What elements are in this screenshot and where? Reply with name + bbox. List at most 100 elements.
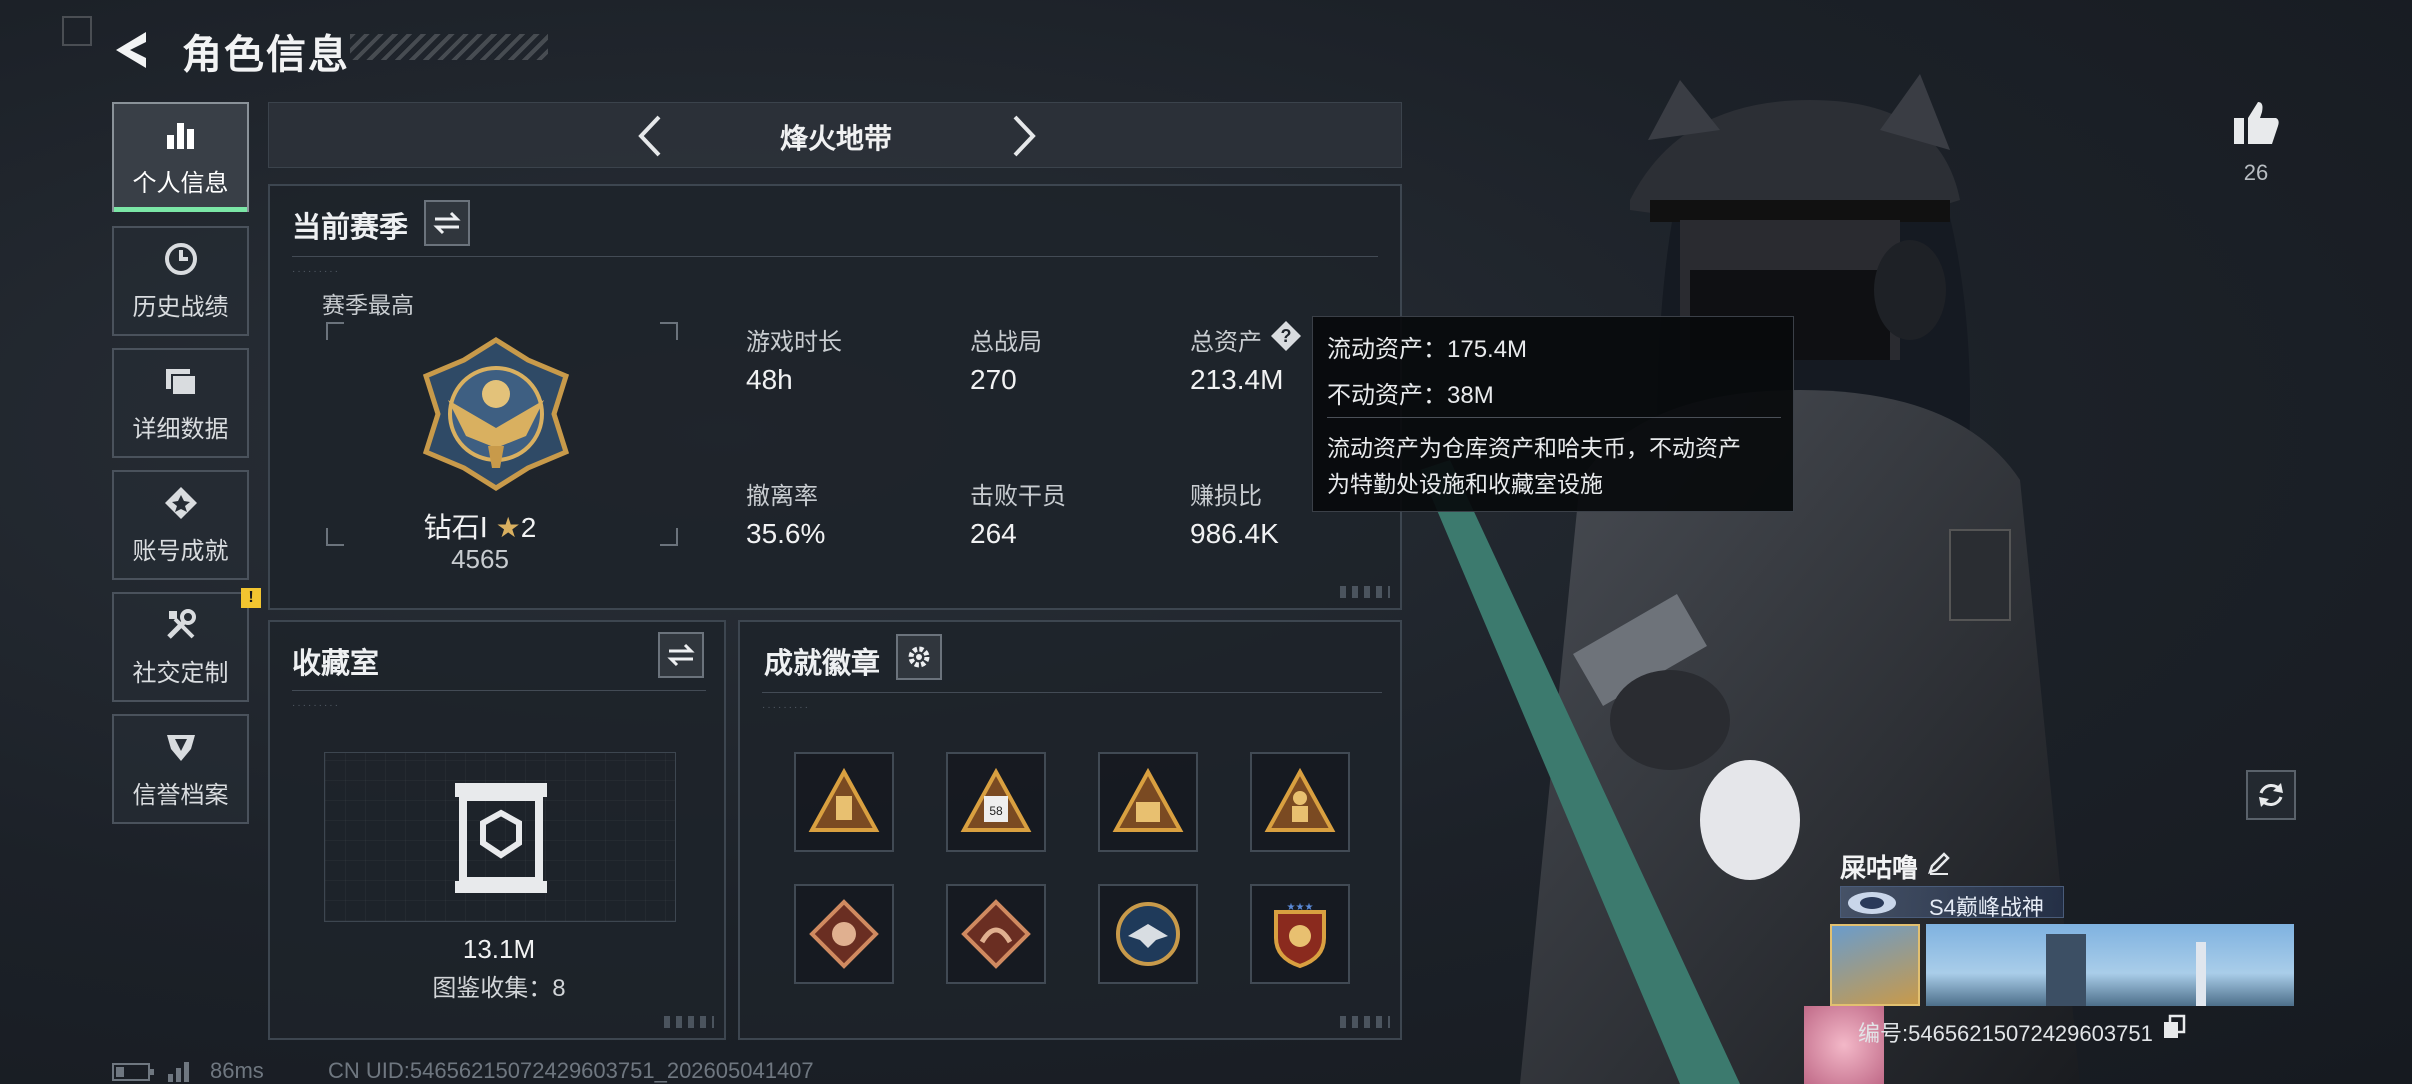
banner-rocket: [2196, 942, 2206, 1006]
achievement-badge[interactable]: 58: [946, 752, 1046, 852]
divider: [292, 690, 706, 691]
rank-name: 钻石Ⅰ: [423, 512, 488, 543]
sidebar-item-label: 详细数据: [132, 415, 229, 443]
banner-figure: [2046, 934, 2086, 1006]
tooltip-fixed-assets: 不动资产：38M: [1327, 382, 1494, 409]
achievement-badge[interactable]: [794, 752, 894, 852]
tooltip-description-line1: 流动资产为仓库资产和哈夫币，不动资产: [1327, 435, 1741, 461]
decor-dots: ·········: [762, 702, 810, 713]
sidebar-item-achievements[interactable]: 账号成就: [112, 470, 249, 580]
back-arrow-icon[interactable]: [112, 28, 156, 72]
copy-icon[interactable]: [2162, 1014, 2186, 1040]
rank-score: 4565: [451, 544, 509, 574]
season-panel: 当前赛季 ········· 赛季最高 钻石Ⅰ ★2 4565 游戏时长 48h…: [268, 184, 1402, 610]
stat-value-total-assets: 213.4M: [1190, 364, 1284, 395]
achievement-panel: 成就徽章 ········· 58 ★★★: [738, 620, 1402, 1040]
achievement-badge[interactable]: [1098, 884, 1198, 984]
vault-door-icon: [455, 783, 547, 893]
bar-chart-icon: [166, 122, 194, 149]
edit-name-icon[interactable]: [1926, 850, 1952, 876]
player-uid: 编号:5465621507242960375​1: [1858, 1021, 2153, 1046]
divider: [762, 692, 1382, 693]
divider: [292, 256, 1378, 257]
battery-icon: [112, 1063, 154, 1081]
sidebar-item-personal-info[interactable]: 个人信息: [112, 102, 249, 212]
svg-text:58: 58: [989, 804, 1003, 818]
footer-uid: CN UID:5465621507242960375​1_20260504140…: [328, 1058, 814, 1083]
badge-diamond-beast-icon: [809, 899, 879, 969]
season-switch-button[interactable]: [424, 200, 470, 246]
sidebar-item-credit-record[interactable]: 信誉档案: [112, 714, 249, 824]
swap-arrows-icon: [667, 643, 695, 667]
swap-arrows-icon: [433, 211, 461, 235]
rank-line: 钻石Ⅰ ★2: [270, 506, 690, 546]
stat-label-playtime: 游戏时长: [746, 329, 842, 356]
collection-catalog: 图鉴收集：8: [432, 975, 566, 1002]
collection-preview[interactable]: [324, 752, 676, 922]
gear-icon: [908, 646, 930, 668]
badge-diamond-dragon-icon: [961, 899, 1031, 969]
title-badge[interactable]: S4巅峰战神: [1840, 886, 2064, 920]
sidebar-item-detailed-data[interactable]: 详细数据: [112, 348, 249, 458]
corner-decoration: [664, 1016, 714, 1028]
rank-star-icon: ★: [495, 512, 521, 543]
history-clock-icon: [164, 242, 197, 275]
achievement-badge[interactable]: [946, 884, 1046, 984]
badge-triangle-crate-icon: [1112, 767, 1184, 832]
achievement-badge[interactable]: ★★★: [1250, 884, 1350, 984]
rank-stars: 2: [520, 512, 537, 543]
avatar[interactable]: [1830, 924, 1920, 1006]
player-name: 屎咕噜: [1840, 853, 1919, 883]
achievement-badge[interactable]: [1250, 752, 1350, 852]
sidebar-item-social-custom[interactable]: 社交定制 !: [112, 588, 261, 702]
thumbs-up-icon[interactable]: [2232, 100, 2280, 146]
assets-help-icon[interactable]: ?: [1270, 320, 1302, 352]
corner-decoration: [62, 16, 92, 46]
achievement-badge[interactable]: [1098, 752, 1198, 852]
title-badge-text: S4巅峰战神: [1929, 895, 2044, 920]
page-title: 角色信息: [182, 33, 350, 77]
like-count: 26: [2243, 160, 2269, 185]
sidebar-item-label: 个人信息: [132, 169, 229, 197]
assets-tooltip: 流动资产：175.4M 不动资产：38M 流动资产为仓库资产和哈夫币，不动资产 …: [1312, 316, 1794, 512]
mode-title: 烽火地带: [779, 123, 892, 154]
stat-value-total-matches: 270: [970, 364, 1017, 395]
sidebar-item-history[interactable]: 历史战绩: [112, 226, 249, 336]
notification-badge: !: [241, 588, 261, 608]
profile-banner[interactable]: [1926, 924, 2294, 1006]
badge-triangle-lantern-icon: [808, 767, 880, 832]
sidebar-item-label: 历史战绩: [132, 293, 229, 321]
achievement-badge[interactable]: [794, 884, 894, 984]
diamond-rank-emblem-icon: [422, 337, 570, 491]
badge-triangle-sign-icon: 58: [960, 767, 1032, 832]
next-mode-arrow-icon[interactable]: [1003, 111, 1043, 161]
stat-label-extract-rate: 撤离率: [746, 483, 818, 510]
achievement-settings-button[interactable]: [896, 634, 942, 680]
title-decoration: [350, 34, 548, 60]
title-emblem-icon: [1848, 892, 1896, 914]
mode-selector-bar: 烽火地带: [268, 102, 1402, 168]
refresh-icon: [2259, 783, 2283, 807]
badge-triangle-soldier-icon: [1264, 767, 1336, 832]
tooltip-liquid-assets: 流动资产：175.4M: [1327, 336, 1528, 363]
svg-text:★★★: ★★★: [1287, 902, 1314, 913]
collection-panel-title: 收藏室: [292, 648, 380, 680]
rotate-view-button[interactable]: [2246, 770, 2296, 820]
shield-emblem-icon: [166, 734, 195, 761]
collection-panel: 收藏室 ········· 13.1M 图鉴收集：8: [268, 620, 726, 1040]
achievement-panel-title: 成就徽章: [764, 648, 881, 680]
stat-value-kills: 264: [970, 518, 1017, 549]
stat-label-total-assets: 总资产: [1190, 329, 1262, 356]
sidebar-item-label: 社交定制: [132, 659, 229, 687]
badge-shield-stars-icon: ★★★: [1274, 902, 1326, 969]
collection-switch-button[interactable]: [658, 632, 704, 678]
tooltip-description-line2: 为特勤处设施和收藏室设施: [1327, 471, 1603, 497]
stat-label-total-matches: 总战局: [970, 329, 1042, 356]
achievement-star-icon: [164, 486, 197, 519]
decor-dots: ·········: [292, 266, 340, 277]
badge-round-eagle-icon: [1116, 902, 1180, 966]
tooltip-divider: [1327, 417, 1781, 418]
stat-label-kills: 击败干员: [970, 483, 1066, 510]
season-panel-title: 当前赛季: [292, 212, 409, 244]
sidebar-item-label: 账号成就: [132, 537, 229, 565]
